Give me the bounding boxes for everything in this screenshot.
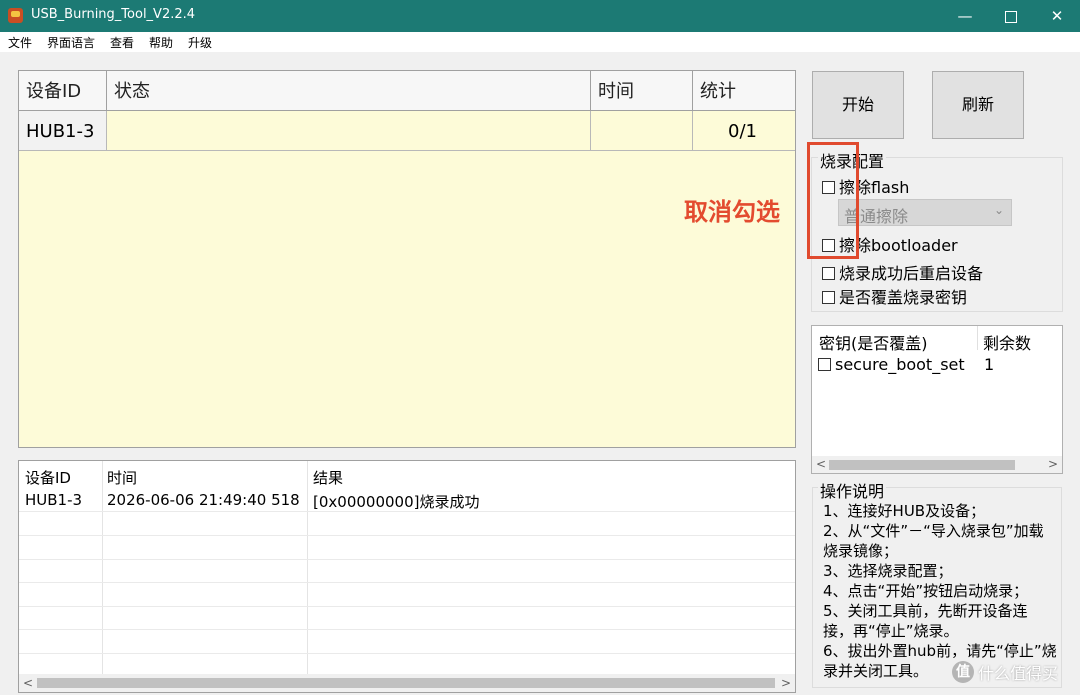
instruction-line: 5、关闭工具前，先断开设备连接，再“停止”烧录。 [823, 602, 1028, 640]
row-divider [19, 629, 795, 630]
instructions-title: 操作说明 [818, 478, 887, 502]
menu-upgrade[interactable]: 升级 [188, 34, 212, 51]
reboot-after-label: 烧录成功后重启设备 [839, 264, 984, 283]
row-divider [19, 606, 795, 607]
watermark-logo-icon: 值 [952, 661, 974, 683]
key-list-horizontal-scrollbar[interactable]: < > [812, 456, 1062, 473]
maximize-icon [1005, 10, 1017, 23]
log-column-result[interactable]: 结果 [313, 467, 343, 488]
erase-mode-select[interactable]: 普通擦除 ⌄ [838, 199, 1012, 226]
scroll-right-icon[interactable]: > [1044, 456, 1062, 473]
reboot-after-checkbox[interactable]: 烧录成功后重启设备 [822, 260, 983, 284]
key-column-name[interactable]: 密钥(是否覆盖) [819, 330, 928, 354]
scroll-thumb[interactable] [37, 678, 775, 688]
log-device-id: HUB1-3 [25, 491, 83, 509]
checkbox-icon[interactable] [822, 291, 835, 304]
key-name: secure_boot_set [835, 355, 965, 374]
menu-help[interactable]: 帮助 [149, 34, 173, 51]
row-divider [19, 535, 795, 536]
instruction-line: 2、从“文件”－“导入烧录包”加载烧录镜像； [823, 522, 1044, 560]
key-row-checkbox[interactable]: secure_boot_set [818, 355, 965, 374]
minimize-button[interactable]: — [942, 0, 988, 32]
column-time[interactable]: 时间 [591, 71, 693, 110]
menu-language[interactable]: 界面语言 [47, 34, 95, 51]
column-divider [307, 461, 308, 674]
watermark: 值什么值得买 [952, 660, 1058, 684]
log-result: [0x00000000]烧录成功 [313, 493, 480, 511]
maximize-button[interactable] [988, 0, 1034, 32]
menu-view[interactable]: 查看 [110, 34, 134, 51]
device-grid[interactable]: 设备ID 状态 时间 统计 HUB1-3 0/1 [18, 70, 796, 448]
log-horizontal-scrollbar[interactable]: < > [19, 674, 795, 692]
row-divider [19, 559, 795, 560]
menu-bar: 文件 界面语言 查看 帮助 升级 [0, 32, 1080, 52]
log-column-device-id[interactable]: 设备ID [25, 467, 71, 488]
annotation-highlight-box [807, 142, 859, 259]
column-device-id[interactable]: 设备ID [19, 71, 107, 110]
row-divider [19, 653, 795, 654]
status-cell [107, 111, 591, 150]
window-title: USB_Burning_Tool_V2.2.4 [31, 7, 196, 22]
key-list[interactable]: 密钥(是否覆盖) 剩余数 secure_boot_set 1 < > [811, 325, 1063, 474]
checkbox-icon[interactable] [822, 267, 835, 280]
instructions-group: 1、连接好HUB及设备； 2、从“文件”－“导入烧录包”加载烧录镜像； 3、选择… [812, 487, 1062, 688]
row-divider [19, 582, 795, 583]
log-time: 2026-06-06 21:49:40 518 [107, 491, 300, 509]
close-button[interactable]: ✕ [1034, 0, 1080, 32]
start-button[interactable]: 开始 [812, 71, 904, 139]
instruction-line: 1、连接好HUB及设备； [823, 502, 986, 520]
app-icon [8, 8, 23, 23]
menu-file[interactable]: 文件 [8, 34, 32, 51]
checkbox-icon[interactable] [818, 358, 831, 371]
key-column-remaining[interactable]: 剩余数 [983, 330, 1031, 354]
overwrite-key-label: 是否覆盖烧录密钥 [839, 288, 968, 307]
time-cell [591, 111, 693, 150]
log-column-time[interactable]: 时间 [107, 467, 137, 488]
column-count[interactable]: 统计 [693, 71, 795, 110]
scroll-thumb[interactable] [829, 460, 1015, 470]
instruction-line: 4、点击“开始”按钮启动烧录； [823, 582, 1029, 600]
device-id-cell: HUB1-3 [19, 111, 107, 150]
table-row[interactable]: HUB1-3 0/1 [19, 111, 795, 151]
scroll-left-icon[interactable]: < [19, 674, 37, 692]
chevron-down-icon: ⌄ [993, 203, 1004, 217]
column-status[interactable]: 状态 [107, 71, 591, 110]
scroll-right-icon[interactable]: > [777, 674, 795, 692]
row-divider [19, 511, 795, 512]
count-cell: 0/1 [728, 121, 757, 142]
device-grid-header: 设备ID 状态 时间 统计 [19, 71, 795, 111]
key-remaining: 1 [984, 355, 995, 374]
column-divider [977, 326, 978, 350]
refresh-button[interactable]: 刷新 [932, 71, 1024, 139]
watermark-text: 什么值得买 [978, 664, 1059, 683]
instructions-text: 1、连接好HUB及设备； 2、从“文件”－“导入烧录包”加载烧录镜像； 3、选择… [823, 501, 1057, 681]
scroll-left-icon[interactable]: < [812, 456, 830, 473]
instruction-line: 3、选择烧录配置； [823, 562, 953, 580]
column-divider [102, 461, 103, 674]
log-table[interactable]: 设备ID 时间 结果 HUB1-3 2026-06-06 21:49:40 51… [18, 460, 796, 693]
overwrite-key-checkbox[interactable]: 是否覆盖烧录密钥 [822, 284, 967, 308]
title-bar: USB_Burning_Tool_V2.2.4 — ✕ [0, 0, 1080, 32]
annotation-text: 取消勾选 [684, 198, 780, 226]
